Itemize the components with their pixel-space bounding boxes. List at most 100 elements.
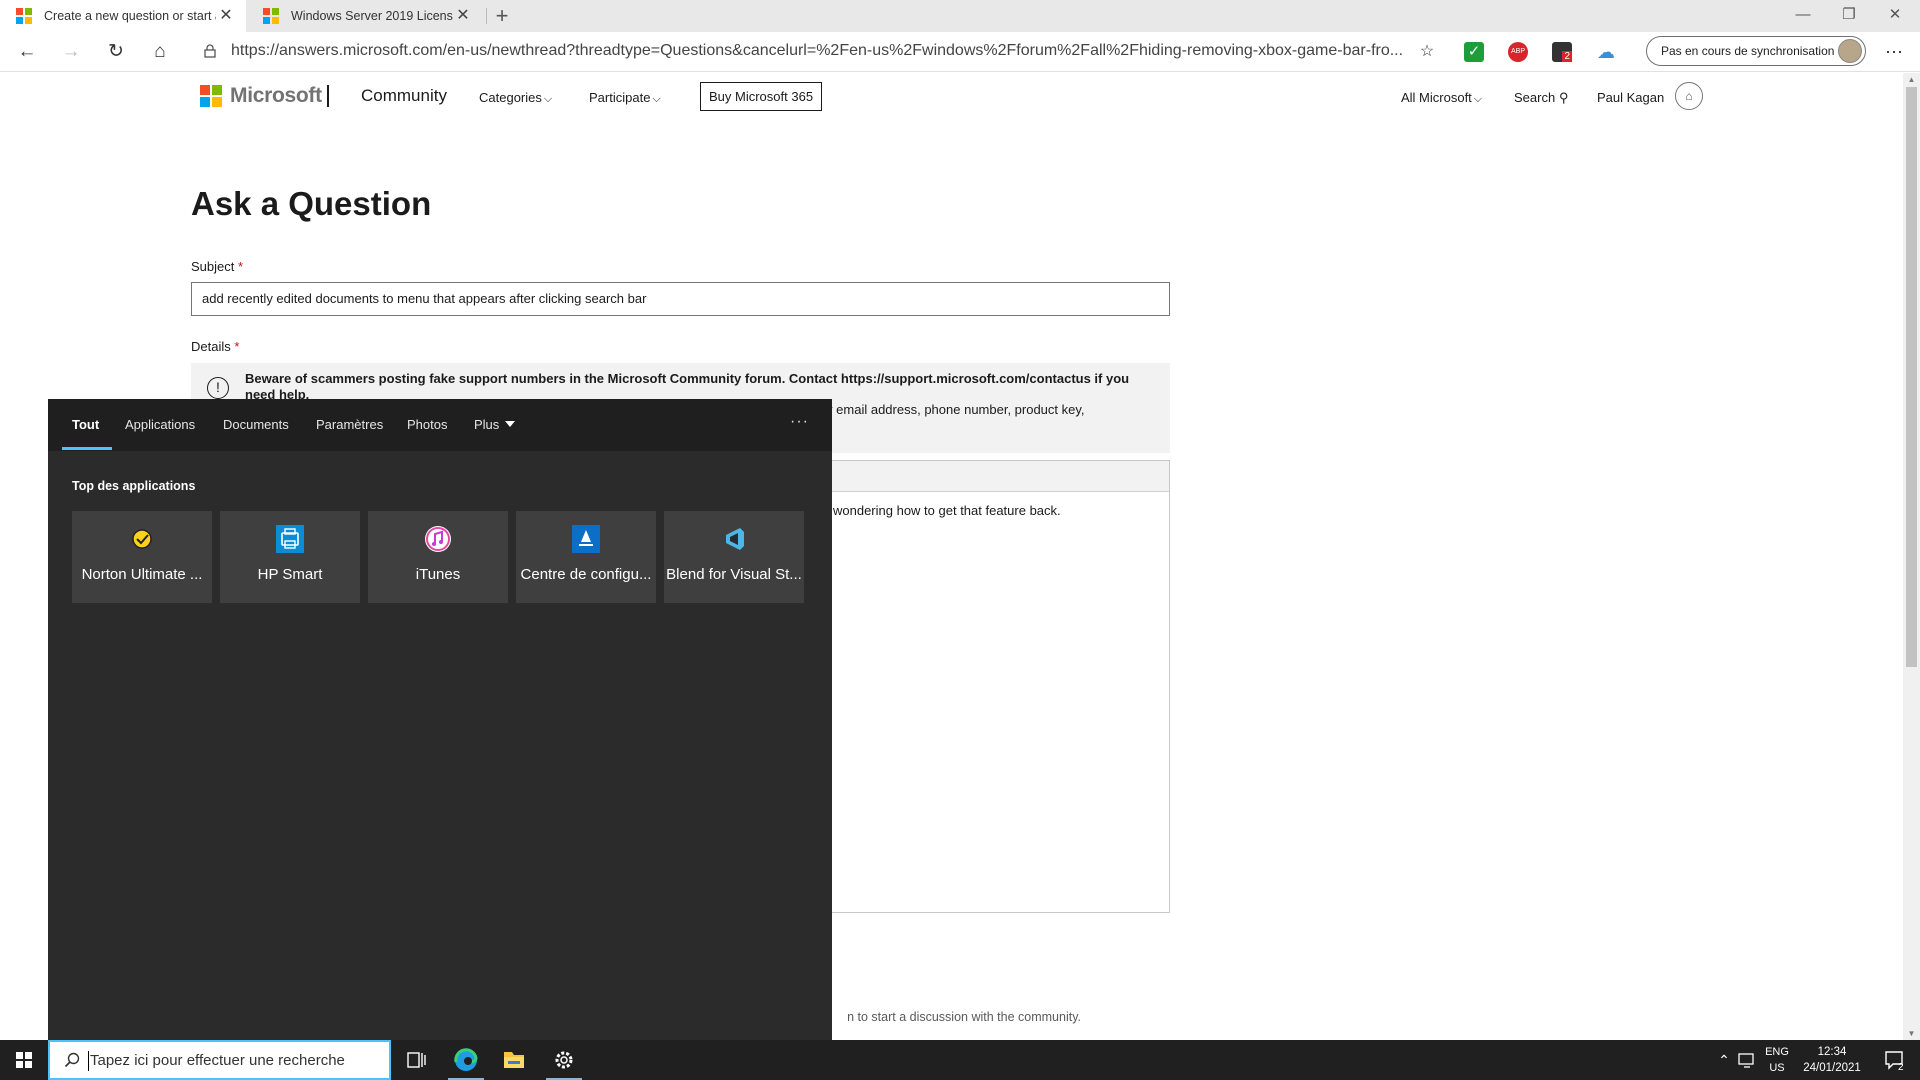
- scroll-up-arrow-icon[interactable]: ▲: [1903, 75, 1920, 84]
- back-button[interactable]: ←: [12, 38, 42, 66]
- norton-icon: [128, 525, 156, 553]
- info-icon: !: [207, 377, 229, 399]
- refresh-button[interactable]: ↻: [101, 38, 131, 66]
- extension-badge-icon[interactable]: 2: [1552, 42, 1572, 62]
- tab-plus-label: Plus: [474, 417, 500, 432]
- tab-parametres[interactable]: Paramètres: [316, 417, 383, 432]
- taskbar-clock[interactable]: 12:34 24/01/2021: [1796, 1044, 1868, 1076]
- new-tab-button[interactable]: +: [490, 4, 514, 28]
- tab-title: Windows Server 2019 Licensing: [291, 9, 453, 23]
- app-name: iTunes: [415, 566, 461, 583]
- participate-label: Participate: [589, 90, 651, 105]
- caret-down-icon: [505, 421, 516, 427]
- app-tile-centre-de-configuration[interactable]: Centre de configu...: [516, 511, 656, 603]
- tab-tout[interactable]: Tout: [72, 417, 99, 432]
- app-tile-itunes[interactable]: iTunes: [368, 511, 508, 603]
- chevron-down-icon: ⌵: [1473, 93, 1483, 105]
- app-tile-hp-smart[interactable]: HP Smart: [220, 511, 360, 603]
- lock-icon[interactable]: [203, 44, 217, 58]
- buy-microsoft-365-button[interactable]: Buy Microsoft 365: [700, 82, 823, 111]
- more-options-icon[interactable]: ···: [790, 413, 809, 431]
- search-link[interactable]: Search ⚲: [1514, 90, 1568, 106]
- close-tab-icon[interactable]: ✕: [216, 6, 236, 26]
- search-icon: ⚲: [1558, 90, 1569, 105]
- adblock-extension-icon[interactable]: ABP: [1508, 42, 1528, 62]
- notification-count: 2: [1898, 1062, 1904, 1073]
- text-caret: [88, 1051, 89, 1071]
- search-placeholder: Tapez ici pour effectuer une recherche: [90, 1052, 345, 1069]
- tab-documents[interactable]: Documents: [223, 417, 289, 432]
- forward-button[interactable]: →: [56, 38, 86, 66]
- tab-photos[interactable]: Photos: [407, 417, 447, 432]
- microsoft-favicon-icon: [263, 8, 279, 24]
- onedrive-cloud-icon[interactable]: ☁: [1596, 42, 1616, 62]
- language-code: ENG: [1765, 1046, 1789, 1058]
- taskbar-edge-button[interactable]: [442, 1040, 490, 1080]
- search-filter-tabs: Tout Applications Documents Paramètres P…: [48, 399, 832, 451]
- details-label-text: Details: [191, 339, 231, 354]
- all-microsoft-label: All Microsoft: [1401, 90, 1472, 105]
- taskbar-file-explorer-button[interactable]: [490, 1040, 538, 1080]
- close-window-button[interactable]: ✕: [1872, 0, 1918, 30]
- config-center-icon: [572, 525, 600, 553]
- check-extension-icon[interactable]: ✓: [1464, 42, 1484, 62]
- user-avatar-icon[interactable]: ⌂: [1675, 82, 1703, 110]
- edge-icon: [454, 1048, 478, 1071]
- scrollbar-thumb[interactable]: [1906, 87, 1917, 667]
- subject-input[interactable]: add recently edited documents to menu th…: [191, 282, 1170, 316]
- address-bar-row: ← → ↻ ⌂ https://answers.microsoft.com/en…: [0, 32, 1920, 72]
- show-hidden-icons-chevron-icon[interactable]: ⌃: [1714, 1040, 1734, 1080]
- page-scrollbar[interactable]: ▲ ▼: [1903, 73, 1920, 1040]
- scroll-down-arrow-icon[interactable]: ▼: [1903, 1029, 1920, 1038]
- user-name[interactable]: Paul Kagan: [1597, 90, 1664, 105]
- browser-menu-button[interactable]: ⋯: [1880, 38, 1908, 66]
- tab-windows-server[interactable]: Windows Server 2019 Licensing ✕: [247, 0, 483, 32]
- categories-menu[interactable]: Categories ⌵: [479, 90, 552, 106]
- browser-tab-strip: Create a new question or start a ✕ Windo…: [0, 0, 1920, 32]
- task-view-button[interactable]: [392, 1040, 440, 1080]
- app-name: Blend for Visual St...: [666, 566, 802, 583]
- home-button[interactable]: ⌂: [145, 38, 175, 66]
- tab-title: Create a new question or start a: [44, 9, 216, 23]
- subject-label: Subject *: [191, 259, 243, 274]
- extension-badge-count: 2: [1562, 51, 1572, 62]
- required-mark: *: [238, 259, 244, 274]
- favorite-star-icon[interactable]: ☆: [1412, 38, 1442, 66]
- app-tile-blend[interactable]: Blend for Visual St...: [664, 511, 804, 603]
- hp-smart-icon: [276, 525, 304, 553]
- close-tab-icon[interactable]: ✕: [453, 6, 473, 26]
- tab-create-question[interactable]: Create a new question or start a ✕: [0, 0, 246, 32]
- network-display-icon: [1738, 1053, 1754, 1068]
- all-microsoft-menu[interactable]: All Microsoft ⌵: [1401, 90, 1482, 106]
- start-button[interactable]: [0, 1040, 48, 1080]
- header-divider: [327, 85, 329, 107]
- language-indicator[interactable]: ENG US: [1760, 1044, 1794, 1076]
- itunes-icon: [425, 526, 451, 552]
- tab-plus[interactable]: Plus: [474, 417, 516, 432]
- taskbar-search-box[interactable]: Tapez ici pour effectuer une recherche: [48, 1040, 391, 1080]
- action-center-button[interactable]: 2: [1874, 1040, 1914, 1080]
- app-name: Norton Ultimate ...: [81, 566, 203, 583]
- participate-menu[interactable]: Participate ⌵: [589, 90, 661, 106]
- gear-icon: [555, 1051, 573, 1069]
- windows-search-flyout: Tout Applications Documents Paramètres P…: [48, 399, 832, 1040]
- taskbar-settings-button[interactable]: [540, 1040, 588, 1080]
- folder-icon: [504, 1052, 524, 1068]
- keyboard-layout: US: [1769, 1062, 1785, 1074]
- active-tab-indicator: [62, 447, 112, 450]
- brand-name: Microsoft: [230, 84, 322, 107]
- editor-visible-text: wondering how to get that feature back.: [833, 503, 1061, 518]
- restore-button[interactable]: ❐: [1826, 0, 1872, 30]
- url-field[interactable]: https://answers.microsoft.com/en-us/newt…: [231, 42, 1406, 60]
- community-link[interactable]: Community: [361, 86, 447, 106]
- network-icon[interactable]: [1736, 1040, 1758, 1080]
- app-tile-norton[interactable]: Norton Ultimate ...: [72, 511, 212, 603]
- microsoft-logo-icon: [200, 85, 222, 107]
- blend-icon: [726, 528, 744, 550]
- microsoft-logo[interactable]: Microsoft: [200, 84, 322, 108]
- tab-applications[interactable]: Applications: [125, 417, 195, 432]
- details-label: Details *: [191, 339, 239, 354]
- profile-sync-button[interactable]: Pas en cours de synchronisation: [1646, 36, 1866, 66]
- search-label: Search: [1514, 90, 1556, 105]
- minimize-button[interactable]: —: [1780, 0, 1826, 30]
